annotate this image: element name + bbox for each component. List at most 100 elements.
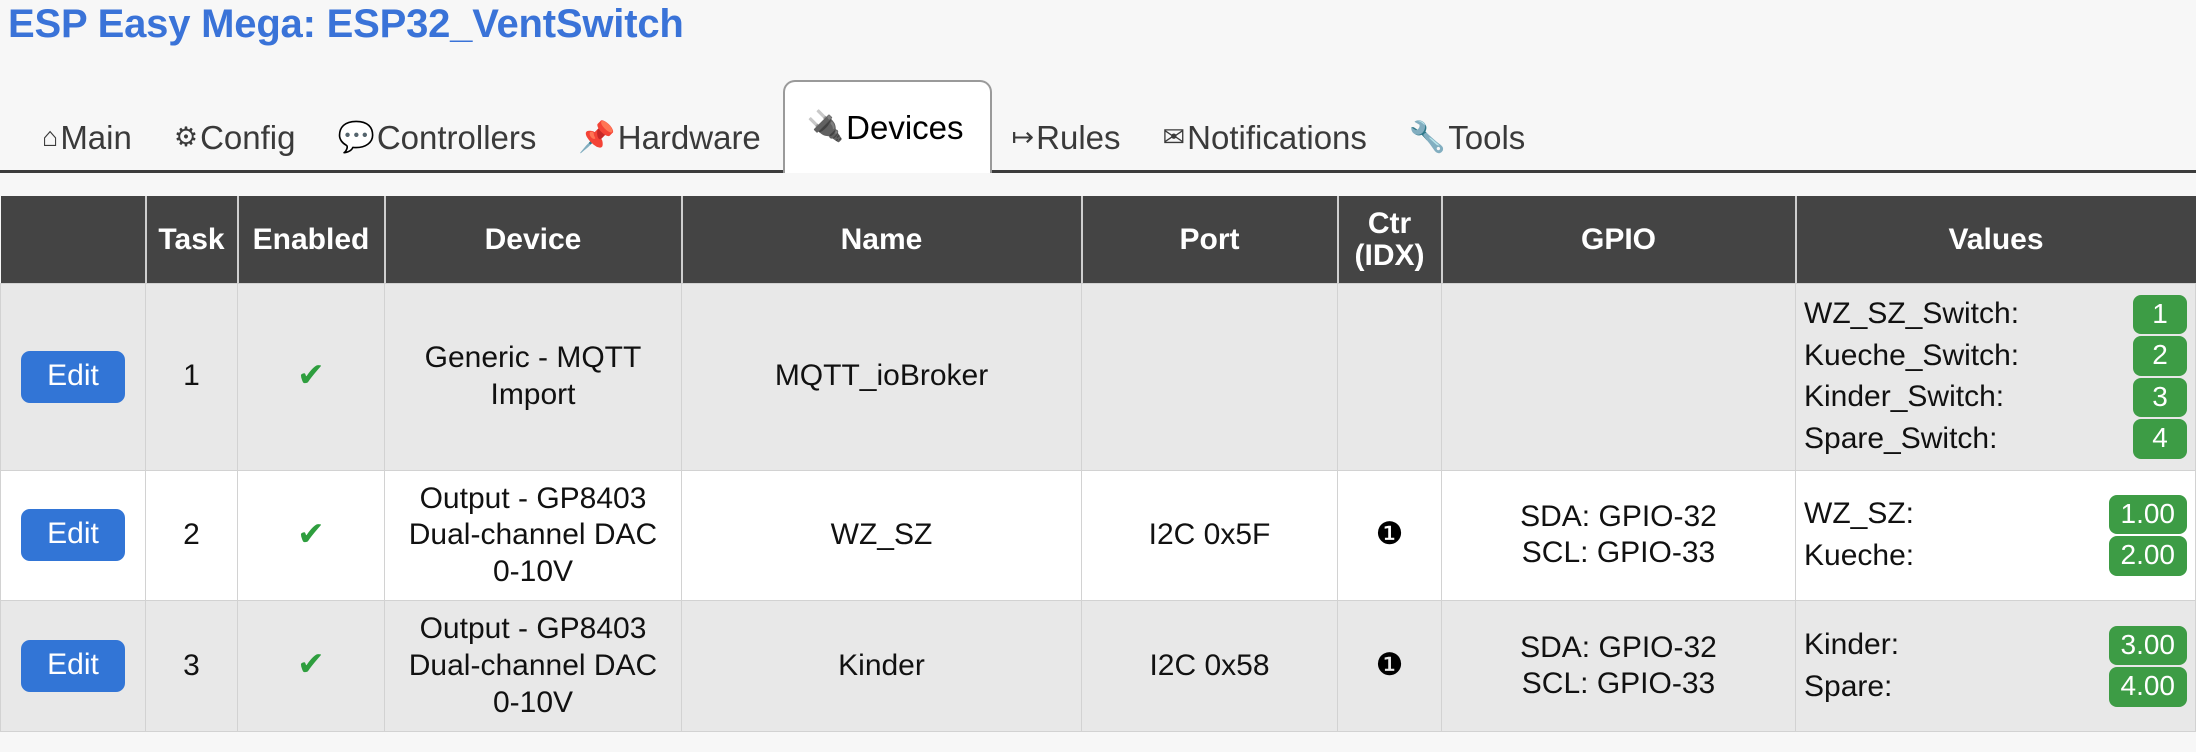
tab-label: Devices [846,108,964,146]
value-badge: 2.00 [2108,536,2187,576]
devices-page: ESP Easy Mega: ESP32_VentSwitch ⌂ Main ⚙ Co… [0,0,2196,752]
value-badge: 1 [2133,295,2187,335]
value-row: Kinder_Switch: 3 [1804,377,2187,418]
value-label: Spare_Switch: [1804,421,1998,455]
controller-number-icon: ❶ [1375,646,1404,682]
column-header-gpio: GPIO [1440,196,1797,284]
device-type: Generic - MQTT Import [384,283,682,471]
column-header-port: Port [1080,196,1339,284]
edit-button[interactable]: Edit [21,350,125,403]
value-row: Kueche: 2.00 [1804,535,2187,576]
column-header-ctr: Ctr (IDX) [1336,196,1443,284]
tab-label: Main [60,119,132,156]
task-number: 3 [145,600,238,733]
electric-plug-icon: 🔌 [806,110,845,143]
value-row: Kinder: 3.00 [1804,625,2187,666]
column-header-values: Values [1794,196,2196,284]
speech-bubble-icon: 💬 [337,120,375,154]
value-label: Kueche: [1804,538,1915,572]
enabled-cell: ✔ [237,283,385,471]
column-header-device: Device [383,196,683,284]
device-type: Output - GP8403 Dual-channel DAC 0-10V [384,469,682,602]
device-port: I2C 0x5F [1081,469,1338,602]
value-row: WZ_SZ_Switch: 1 [1804,294,2187,335]
tab-main[interactable]: ⌂ Main [22,121,154,170]
value-badge: 4.00 [2108,667,2187,707]
column-header-task: Task [144,196,239,284]
tab-notifications[interactable]: ✉ Notifications [1143,121,1389,170]
table-header: Task Enabled Device Name Port Ctr (IDX) GPIO Va… [0,196,2196,284]
envelope-icon: ✉ [1162,122,1186,152]
task-number: 2 [145,469,238,602]
gpio-pins: SDA: GPIO-32 SCL: GPIO-33 [1441,600,1796,733]
value-badge: 4 [2133,419,2187,459]
value-badge: 2 [2133,336,2187,376]
column-header-enabled: Enabled [236,196,386,284]
device-name: WZ_SZ [681,469,1082,602]
column-header-name: Name [680,196,1083,284]
column-header-edit [0,196,147,284]
value-badge: 3 [2133,377,2187,418]
page-title: ESP Easy Mega: ESP32_VentSwitch [8,2,684,46]
tab-hardware[interactable]: 📌 Hardware [558,121,782,170]
tab-tools[interactable]: 🔧 Tools [1389,121,1547,170]
edit-button[interactable]: Edit [21,640,125,693]
edit-cell: Edit [0,600,146,733]
values-cell: WZ_SZ: 1.00 Kueche: 2.00 [1795,469,2196,602]
edit-cell: Edit [0,469,146,602]
gear-icon: ⚙ [173,122,199,152]
value-badge: 3.00 [2108,625,2187,666]
gpio-pins: SDA: GPIO-32 SCL: GPIO-33 [1441,469,1796,602]
value-badge: 1.00 [2108,495,2187,535]
device-name: Kinder [681,600,1082,733]
value-label: WZ_SZ: [1804,497,1914,531]
controller-number-icon: ❶ [1375,516,1404,552]
value-label: Kinder: [1804,628,1900,662]
table-body: Edit 1 ✔ Generic - MQTT Import MQTT_ioBroker… [0,283,2196,733]
device-name: MQTT_ioBroker [681,283,1082,471]
tab-devices[interactable]: 🔌 Devices [782,80,992,173]
check-icon: ✔ [297,645,325,683]
tab-label: Rules [1036,119,1121,156]
tab-label: Controllers [376,119,537,156]
controller-idx-cell [1337,283,1442,471]
devices-table: Task Enabled Device Name Port Ctr (IDX) GPIO Va… [0,196,2196,733]
value-label: Kinder_Switch: [1804,380,2005,414]
device-port: I2C 0x58 [1081,600,1338,733]
tab-config[interactable]: ⚙ Config [154,121,318,170]
table-row: Edit 1 ✔ Generic - MQTT Import MQTT_ioBroker… [0,283,2196,471]
home-icon: ⌂ [42,122,59,152]
value-row: Spare_Switch: 4 [1804,418,2187,459]
value-row: Kueche_Switch: 2 [1804,335,2187,376]
table-row: Edit 2 ✔ Output - GP8403 Dual-channel DAC 0… [0,469,2196,602]
tab-label: Tools [1448,119,1526,156]
tab-rules[interactable]: ↦ Rules [992,121,1143,170]
values-cell: WZ_SZ_Switch: 1 Kueche_Switch: 2 Kinder_Swit… [1795,283,2196,471]
enabled-cell: ✔ [237,469,385,602]
edit-button[interactable]: Edit [21,509,125,562]
value-label: Spare: [1804,669,1893,703]
check-icon: ✔ [297,514,325,552]
device-port [1081,283,1338,471]
value-row: WZ_SZ: 1.00 [1804,494,2187,535]
tab-label: Hardware [617,119,761,156]
edit-cell: Edit [0,283,146,471]
values-cell: Kinder: 3.00 Spare: 4.00 [1795,600,2196,733]
controller-idx-cell: ❶ [1337,600,1442,733]
table-header-row: Task Enabled Device Name Port Ctr (IDX) GPIO Va… [0,196,2196,284]
main-navigation: ⌂ Main ⚙ Config 💬 Controllers 📌 Hardware 🔌 Device… [0,60,2196,173]
device-type: Output - GP8403 Dual-channel DAC 0-10V [384,600,682,733]
task-number: 1 [145,283,238,471]
value-row: Spare: 4.00 [1804,666,2187,707]
tab-controllers[interactable]: 💬 Controllers [317,121,558,170]
controller-idx-cell: ❶ [1337,469,1442,602]
tab-label: Notifications [1187,119,1367,156]
check-icon: ✔ [297,355,325,393]
value-label: WZ_SZ_Switch: [1804,297,2020,331]
wrench-icon: 🔧 [1408,120,1447,154]
enabled-cell: ✔ [237,600,385,733]
tab-list: ⌂ Main ⚙ Config 💬 Controllers 📌 Hardware 🔌 Device… [22,60,1547,173]
devices-table-container: Task Enabled Device Name Port Ctr (IDX) GPIO Va… [0,196,2196,733]
table-row: Edit 3 ✔ Output - GP8403 Dual-channel DAC 0… [0,600,2196,733]
pushpin-icon: 📌 [578,120,616,154]
